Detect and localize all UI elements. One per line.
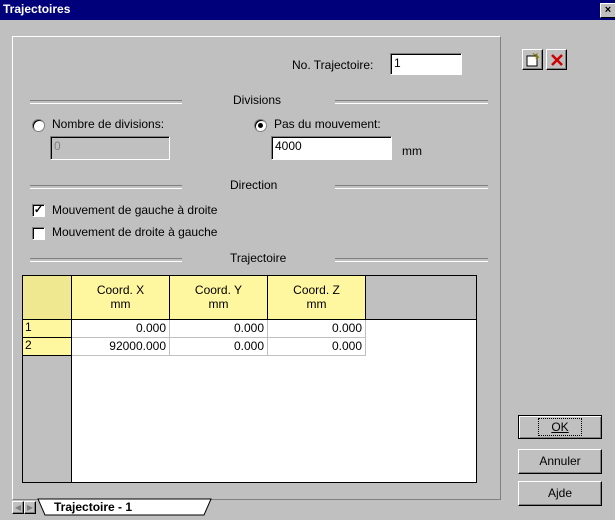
direction-separator-left [30, 185, 182, 189]
window-title: Trajectoires [3, 2, 71, 16]
title-bar: Trajectoires × [0, 0, 615, 20]
trajectory-grid[interactable]: Coord. X mm Coord. Y mm Coord. Z mm 1 0.… [22, 275, 477, 483]
step-unit: mm [402, 144, 422, 158]
row-header[interactable]: 1 [23, 320, 72, 338]
header-filler [366, 276, 476, 320]
table-cell[interactable]: 0.000 [170, 338, 268, 356]
divisions-separator-right [335, 100, 488, 104]
left-to-right-checkbox[interactable]: ✓ [32, 204, 45, 217]
trajectory-number-input[interactable]: 1 [390, 53, 462, 75]
tab-scroll-left-icon[interactable]: ◀ [12, 501, 24, 514]
right-to-left-label: Mouvement de droite à gauche [52, 225, 218, 239]
division-count-input[interactable]: 0 [50, 136, 170, 160]
division-count-label: Nombre de divisions: [52, 117, 165, 131]
table-cell[interactable]: 0.000 [72, 320, 170, 338]
step-radio[interactable] [254, 119, 267, 132]
column-header-y[interactable]: Coord. Y mm [170, 276, 268, 320]
right-to-left-checkbox[interactable] [32, 227, 45, 240]
direction-separator-right [335, 185, 488, 189]
help-button[interactable]: Ajde [518, 481, 602, 506]
trajectory-number-label: No. Trajectoire: [292, 58, 374, 72]
ok-button[interactable]: OK [518, 415, 602, 439]
table-cell[interactable]: 0.000 [170, 320, 268, 338]
column-header-x[interactable]: Coord. X mm [72, 276, 170, 320]
trajectory-section-label: Trajectoire [230, 251, 287, 265]
direction-section-label: Direction [230, 178, 278, 192]
tab-strip: ◀ ▶ Trajectoire - 1 [12, 498, 499, 516]
tab-scroll-right-icon[interactable]: ▶ [24, 501, 36, 514]
new-document-icon [526, 53, 540, 67]
divisions-separator-left [30, 100, 182, 104]
delete-x-icon [551, 54, 563, 66]
row-header[interactable]: 2 [23, 338, 72, 356]
division-count-radio[interactable] [32, 119, 45, 132]
new-trajectory-button[interactable] [522, 49, 543, 70]
column-header-z[interactable]: Coord. Z mm [268, 276, 366, 320]
step-label: Pas du mouvement: [274, 117, 381, 131]
table-cell[interactable]: 0.000 [268, 338, 366, 356]
cancel-button[interactable]: Annuler [518, 449, 602, 474]
trajectory-separator-left [30, 258, 182, 262]
table-cell[interactable]: 92000.000 [72, 338, 170, 356]
left-to-right-label: Mouvement de gauche à droite [52, 203, 218, 217]
trajectory-separator-right [335, 258, 488, 262]
step-radio-selected-dot [258, 123, 263, 128]
divisions-section-label: Divisions [233, 93, 282, 107]
table-cell[interactable]: 0.000 [268, 320, 366, 338]
close-icon[interactable]: × [600, 3, 615, 18]
tab-trajectoire-1[interactable]: Trajectoire - 1 [54, 500, 132, 514]
step-input[interactable]: 4000 [271, 136, 392, 160]
grid-corner [23, 276, 72, 320]
delete-trajectory-button[interactable] [546, 49, 567, 70]
